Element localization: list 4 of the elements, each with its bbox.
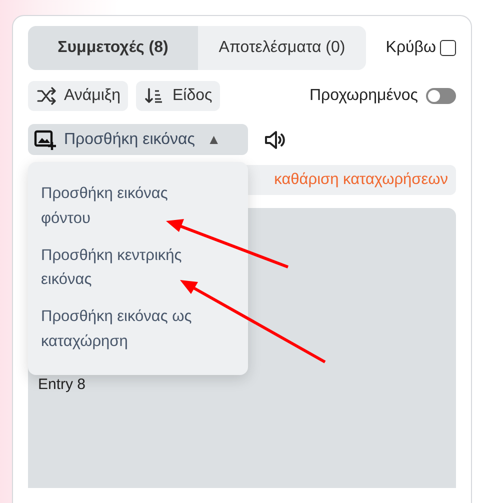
entry-label: Entry 8 — [38, 375, 87, 395]
advanced-label: Προχωρημένος — [309, 86, 418, 106]
caret-icon: ▲ — [206, 129, 221, 150]
hide-label: Κρύβω — [386, 38, 436, 58]
